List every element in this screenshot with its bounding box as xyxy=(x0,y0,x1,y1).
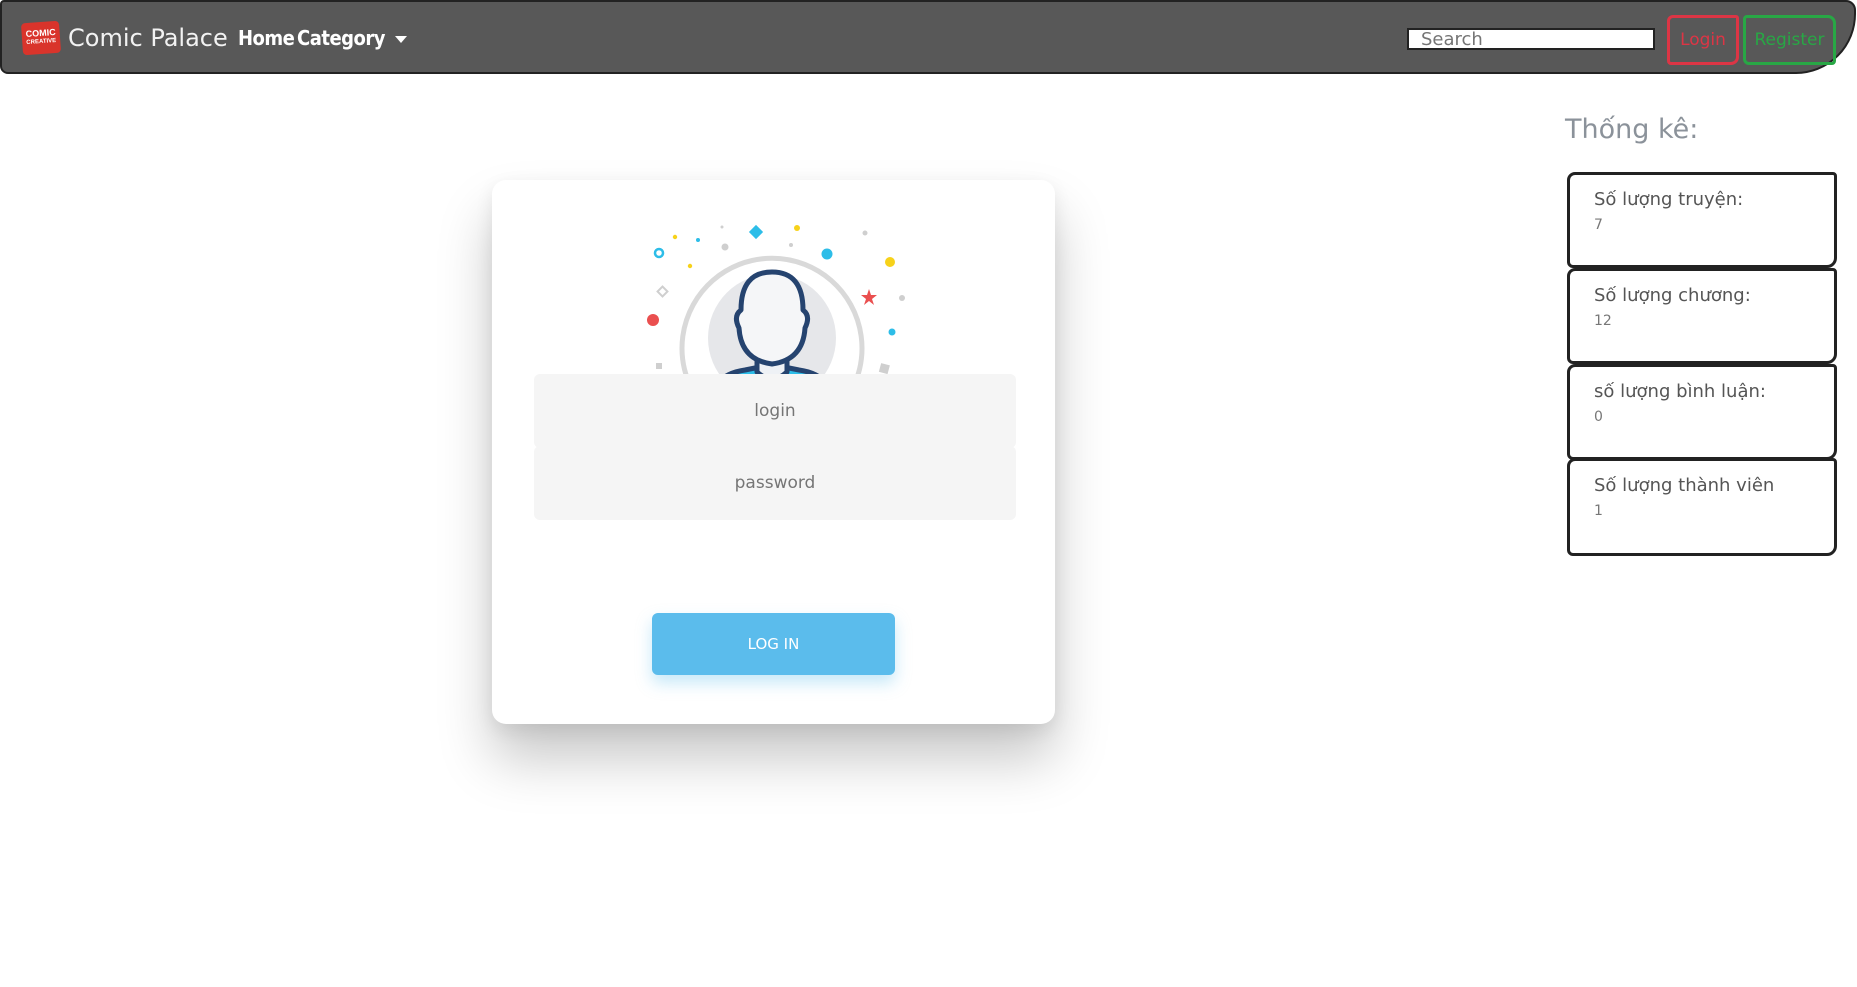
stat-label: Số lượng chương: xyxy=(1594,285,1751,306)
nav-category-label: Category xyxy=(297,26,386,50)
brand-name: Comic Palace xyxy=(68,24,228,52)
stats-title: Thống kê: xyxy=(1565,114,1699,145)
stat-card-comics: Số lượng truyện: 7 xyxy=(1567,172,1837,268)
stat-value: 0 xyxy=(1594,409,1603,425)
nav-home-link[interactable]: Home xyxy=(238,26,295,50)
brand[interactable]: COMIC CREATIVE Comic Palace xyxy=(20,20,228,56)
stat-label: số lượng bình luận: xyxy=(1594,381,1766,402)
stat-card-chapters: Số lượng chương: 12 xyxy=(1567,268,1837,364)
brand-logo: COMIC CREATIVE xyxy=(20,20,62,56)
brand-logo-line2: CREATIVE xyxy=(26,37,57,47)
log-in-button[interactable]: LOG IN xyxy=(652,613,895,675)
password-field[interactable] xyxy=(534,446,1016,520)
nav-category-dropdown[interactable]: Category xyxy=(297,26,408,50)
register-button[interactable]: Register xyxy=(1743,15,1836,65)
search-input[interactable] xyxy=(1407,28,1655,50)
top-navbar: COMIC CREATIVE Comic Palace Home Categor… xyxy=(0,0,1856,74)
stat-label: Số lượng thành viên xyxy=(1594,475,1775,496)
login-button[interactable]: Login xyxy=(1667,15,1739,65)
stat-card-comments: số lượng bình luận: 0 xyxy=(1567,364,1837,460)
stat-value: 12 xyxy=(1594,313,1612,329)
stat-card-members: Số lượng thành viên 1 xyxy=(1567,458,1837,556)
login-field[interactable] xyxy=(534,374,1016,448)
stat-value: 1 xyxy=(1594,503,1603,519)
stat-label: Số lượng truyện: xyxy=(1594,189,1744,210)
stat-value: 7 xyxy=(1594,217,1603,233)
chevron-down-icon xyxy=(395,36,408,43)
login-card: LOG IN xyxy=(492,180,1055,724)
